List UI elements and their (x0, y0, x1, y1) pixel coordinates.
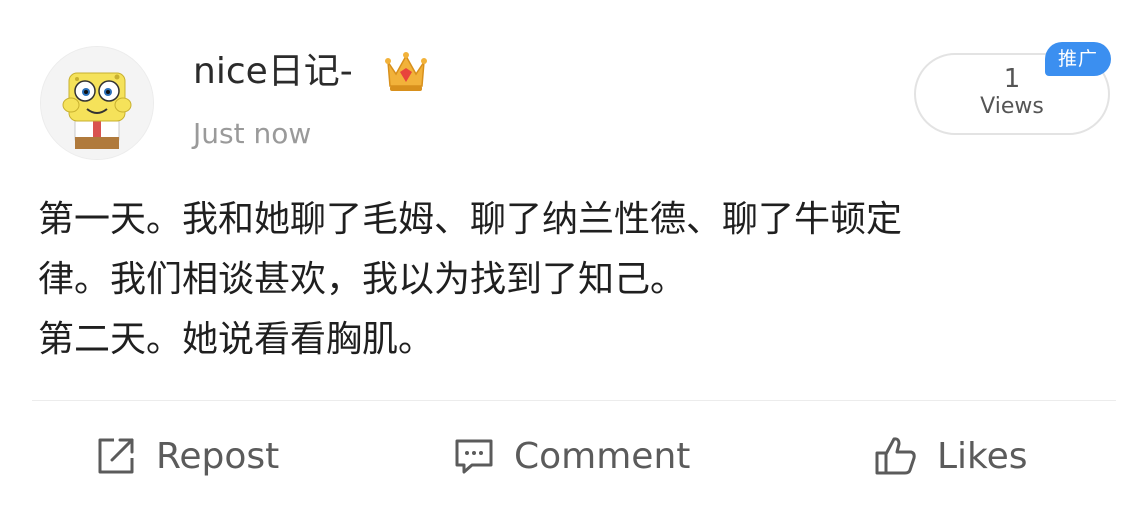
comment-label: Comment (514, 435, 691, 477)
post-line: 第一天。我和她聊了毛姆、聊了纳兰性德、聊了牛顿定 (38, 199, 903, 240)
repost-button[interactable]: Repost (94, 428, 279, 484)
views-label: Views (980, 94, 1044, 119)
crown-icon (384, 48, 428, 94)
username[interactable]: nice日记- (193, 50, 353, 94)
comment-button[interactable]: Comment (452, 428, 690, 484)
post-line: 第二天。她说看看胸肌。 (38, 319, 435, 360)
like-button[interactable]: Likes (873, 428, 1028, 484)
repost-label: Repost (156, 435, 280, 477)
promo-badge: 推广 (1045, 42, 1111, 76)
repost-icon (98, 438, 134, 474)
avatar[interactable] (40, 46, 154, 160)
post-body: 第一天。我和她聊了毛姆、聊了纳兰性德、聊了牛顿定 律。我们相谈甚欢，我以为找到了… (38, 190, 1118, 370)
post-line: 律。我们相谈甚欢，我以为找到了知己。 (38, 259, 687, 300)
comment-icon (455, 439, 493, 474)
sponge-avatar-icon (41, 47, 153, 159)
like-label: Likes (937, 435, 1028, 477)
divider (32, 400, 1116, 401)
like-icon (875, 437, 916, 475)
post-timestamp: Just now (193, 117, 312, 150)
